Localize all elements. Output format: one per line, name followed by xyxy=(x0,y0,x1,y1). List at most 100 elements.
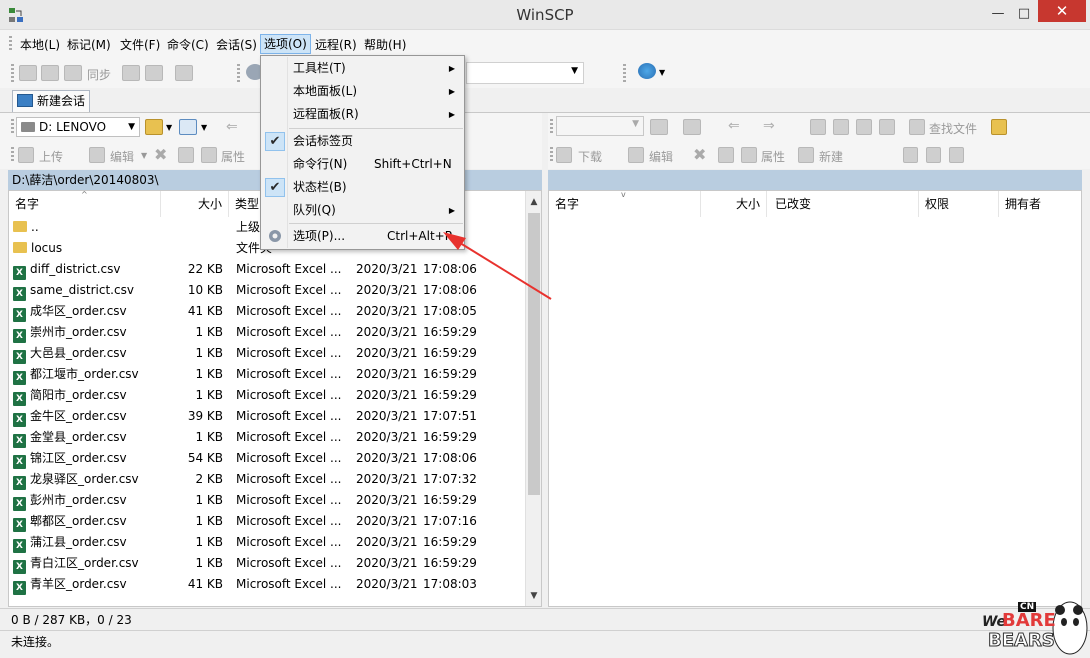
table-row[interactable]: X 成华区_order.csv 41 KB Microsoft Excel ... 20… xyxy=(9,301,541,322)
remote-column-changed[interactable]: 已改变 xyxy=(767,191,919,217)
close-button[interactable]: ✕ xyxy=(1038,0,1086,22)
tree-icon[interactable] xyxy=(991,119,1007,135)
right-drive-grip[interactable] xyxy=(550,119,553,135)
scrollbar-thumb[interactable] xyxy=(528,213,540,495)
properties-button[interactable]: 属性 xyxy=(221,148,245,165)
table-row[interactable]: Xsame_district.csv 10 KB Microsoft Excel .… xyxy=(9,280,541,301)
menu-options[interactable]: 选项(O) xyxy=(260,34,311,54)
remote-delete-icon[interactable]: ✖ xyxy=(693,145,706,164)
local-scrollbar[interactable]: ▲ ▼ xyxy=(525,191,541,606)
remote-properties-button[interactable]: 属性 xyxy=(761,148,785,165)
remote-column-name[interactable]: 名字 v xyxy=(549,191,701,217)
menu-item-local-panel[interactable]: 本地面板(L) ▶ xyxy=(262,80,463,103)
remote-file-list[interactable]: 名字 v 大小 已改变 权限 拥有者 xyxy=(548,190,1082,607)
open-folder-icon[interactable] xyxy=(145,119,163,135)
new-icon[interactable] xyxy=(798,147,814,163)
synchronize-browse-icon[interactable] xyxy=(41,65,59,81)
transfer-settings-select[interactable]: ▼ xyxy=(466,62,584,84)
remote-edit-icon[interactable] xyxy=(628,147,644,163)
remote-forward-icon[interactable]: ⇒ xyxy=(763,118,775,134)
root-directory-icon[interactable] xyxy=(833,119,849,135)
toolbar-grip-3[interactable] xyxy=(623,64,626,82)
filter-dropdown-icon[interactable]: ▼ xyxy=(201,123,207,132)
left-drive-grip[interactable] xyxy=(11,119,14,135)
remote-edit-button[interactable]: 编辑 xyxy=(649,148,673,165)
home-icon[interactable] xyxy=(856,119,872,135)
remote-open-folder-icon[interactable] xyxy=(650,119,668,135)
sync-label[interactable]: 同步 xyxy=(87,66,111,83)
queue-icon[interactable] xyxy=(175,65,193,81)
upload-button[interactable]: 上传 xyxy=(39,148,63,165)
remote-column-size[interactable]: 大小 xyxy=(701,191,767,217)
open-folder-dropdown-icon[interactable]: ▼ xyxy=(166,123,172,132)
download-icon[interactable] xyxy=(556,147,572,163)
refresh-icon[interactable] xyxy=(879,119,895,135)
menu-item-preferences[interactable]: 选项(P)... Ctrl+Alt+P xyxy=(262,225,463,248)
select-filter-icon[interactable] xyxy=(949,147,964,163)
table-row[interactable]: X 郫都区_order.csv 1 KB Microsoft Excel ... 202… xyxy=(9,511,541,532)
remote-back-icon[interactable]: ⇐ xyxy=(728,118,740,134)
menu-item-toolbars[interactable]: 工具栏(T) ▶ xyxy=(262,57,463,80)
menu-session[interactable]: 会话(S) xyxy=(213,35,260,55)
maximize-button[interactable]: □ xyxy=(1011,0,1037,26)
find-files-icon[interactable] xyxy=(909,119,925,135)
filter-icon[interactable] xyxy=(179,119,197,135)
remote-rename-icon[interactable] xyxy=(718,147,734,163)
table-row[interactable]: X 都江堰市_order.csv 1 KB Microsoft Excel ... 20… xyxy=(9,364,541,385)
rename-icon[interactable] xyxy=(178,147,194,163)
edit-dropdown-icon[interactable]: ▼ xyxy=(141,151,147,160)
properties-icon[interactable] xyxy=(201,147,217,163)
globe-icon[interactable] xyxy=(638,63,656,79)
remote-properties-icon[interactable] xyxy=(741,147,757,163)
menu-mark[interactable]: 标记(M) xyxy=(64,35,114,55)
local-drive-select[interactable]: D: LENOVO ▼ xyxy=(16,117,140,137)
edit-icon[interactable] xyxy=(89,147,105,163)
table-row[interactable]: Xdiff_district.csv 22 KB Microsoft Excel .… xyxy=(9,259,541,280)
scroll-up-arrow-icon[interactable]: ▲ xyxy=(526,195,541,209)
menu-item-status-bar[interactable]: ✔ 状态栏(B) xyxy=(262,176,463,199)
table-row[interactable]: X 金堂县_order.csv 1 KB Microsoft Excel ... 202… xyxy=(9,427,541,448)
menubar-grip[interactable] xyxy=(9,36,12,52)
table-row[interactable]: X 龙泉驿区_order.csv 2 KB Microsoft Excel ... 20… xyxy=(9,469,541,490)
console-icon[interactable] xyxy=(122,65,140,81)
menu-file[interactable]: 文件(F) xyxy=(117,35,163,55)
compare-icon[interactable] xyxy=(19,65,37,81)
table-row[interactable]: X 简阳市_order.csv 1 KB Microsoft Excel ... 202… xyxy=(9,385,541,406)
tab-new-session[interactable]: 新建会话 xyxy=(12,90,90,112)
menu-item-remote-panel[interactable]: 远程面板(R) ▶ xyxy=(262,103,463,126)
table-row[interactable]: X 崇州市_order.csv 1 KB Microsoft Excel ... 202… xyxy=(9,322,541,343)
table-row[interactable]: X 彭州市_order.csv 1 KB Microsoft Excel ... 202… xyxy=(9,490,541,511)
remote-path-bar[interactable] xyxy=(548,170,1082,190)
table-row[interactable]: X 锦江区_order.csv 54 KB Microsoft Excel ... 20… xyxy=(9,448,541,469)
download-button[interactable]: 下载 xyxy=(578,148,602,165)
menu-item-queue[interactable]: 队列(Q) ▶ xyxy=(262,199,463,222)
globe-dropdown-icon[interactable]: ▼ xyxy=(659,68,665,77)
table-row[interactable]: X 蒲江县_order.csv 1 KB Microsoft Excel ... 202… xyxy=(9,532,541,553)
menu-item-session-tabs[interactable]: ✔ 会话标签页 xyxy=(262,130,463,153)
column-size[interactable]: 大小 xyxy=(161,191,229,217)
back-arrow-icon[interactable]: ⇐ xyxy=(226,119,238,135)
table-row[interactable]: X 大邑县_order.csv 1 KB Microsoft Excel ... 202… xyxy=(9,343,541,364)
left-file-grip[interactable] xyxy=(11,147,14,163)
table-row[interactable]: X 金牛区_order.csv 39 KB Microsoft Excel ... 20… xyxy=(9,406,541,427)
remote-column-rights[interactable]: 权限 xyxy=(919,191,999,217)
unselect-icon[interactable] xyxy=(926,147,941,163)
toolbar-grip[interactable] xyxy=(11,64,14,82)
select-all-icon[interactable] xyxy=(903,147,918,163)
new-button[interactable]: 新建 xyxy=(819,148,843,165)
toolbar-grip-2[interactable] xyxy=(237,64,240,82)
remote-directory-select[interactable]: ▼ xyxy=(556,116,644,136)
minimize-button[interactable]: — xyxy=(985,0,1011,26)
sync-icon[interactable] xyxy=(64,65,82,81)
column-name[interactable]: 名字 ^ xyxy=(9,191,161,217)
menu-commands[interactable]: 命令(C) xyxy=(164,35,212,55)
menu-remote[interactable]: 远程(R) xyxy=(312,35,360,55)
remote-column-owner[interactable]: 拥有者 xyxy=(999,191,1081,217)
putty-icon[interactable] xyxy=(145,65,163,81)
remote-filter-icon[interactable] xyxy=(683,119,701,135)
upload-icon[interactable] xyxy=(18,147,34,163)
right-file-grip[interactable] xyxy=(550,147,553,163)
menu-local[interactable]: 本地(L) xyxy=(17,35,63,55)
menu-help[interactable]: 帮助(H) xyxy=(361,35,409,55)
table-row[interactable]: X 青羊区_order.csv 41 KB Microsoft Excel ... 20… xyxy=(9,574,541,595)
